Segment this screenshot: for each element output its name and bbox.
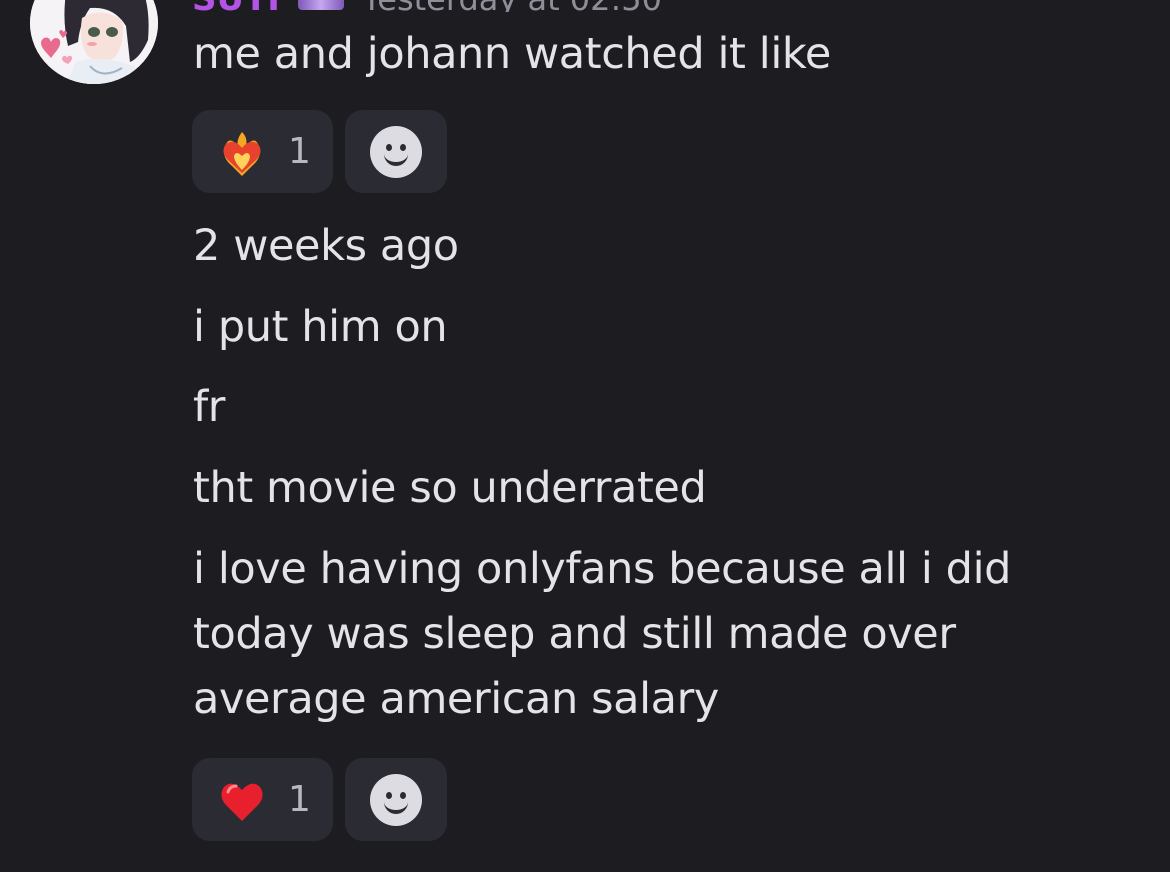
reaction-count: 1 [288, 131, 311, 172]
add-reaction-button[interactable] [345, 758, 447, 841]
message-text: fr [193, 382, 226, 432]
message-text: i love having onlyfans because all i did… [193, 544, 1012, 724]
message-text: 2 weeks ago [193, 221, 459, 271]
message-text: me and johann watched it like [193, 29, 831, 79]
red-heart-icon [216, 774, 268, 826]
reaction-pill[interactable]: 1 [192, 110, 333, 193]
message-text: i put him on [193, 302, 448, 352]
role-badge-icon[interactable] [297, 0, 344, 10]
add-reaction-icon [370, 125, 422, 178]
reaction-pill[interactable]: 1 [192, 758, 333, 841]
message-timestamp: Yesterday at 02:50 [362, 0, 662, 12]
reaction-count: 1 [288, 779, 311, 820]
username[interactable]: SUTI [192, 0, 280, 12]
message-text: tht movie so underrated [193, 463, 707, 513]
heart-on-fire-icon [216, 126, 268, 178]
avatar[interactable] [30, 0, 158, 84]
message-header: SUTI Yesterday at 02:50 [192, 0, 662, 12]
add-reaction-icon [370, 773, 422, 826]
add-reaction-button[interactable] [345, 110, 447, 193]
